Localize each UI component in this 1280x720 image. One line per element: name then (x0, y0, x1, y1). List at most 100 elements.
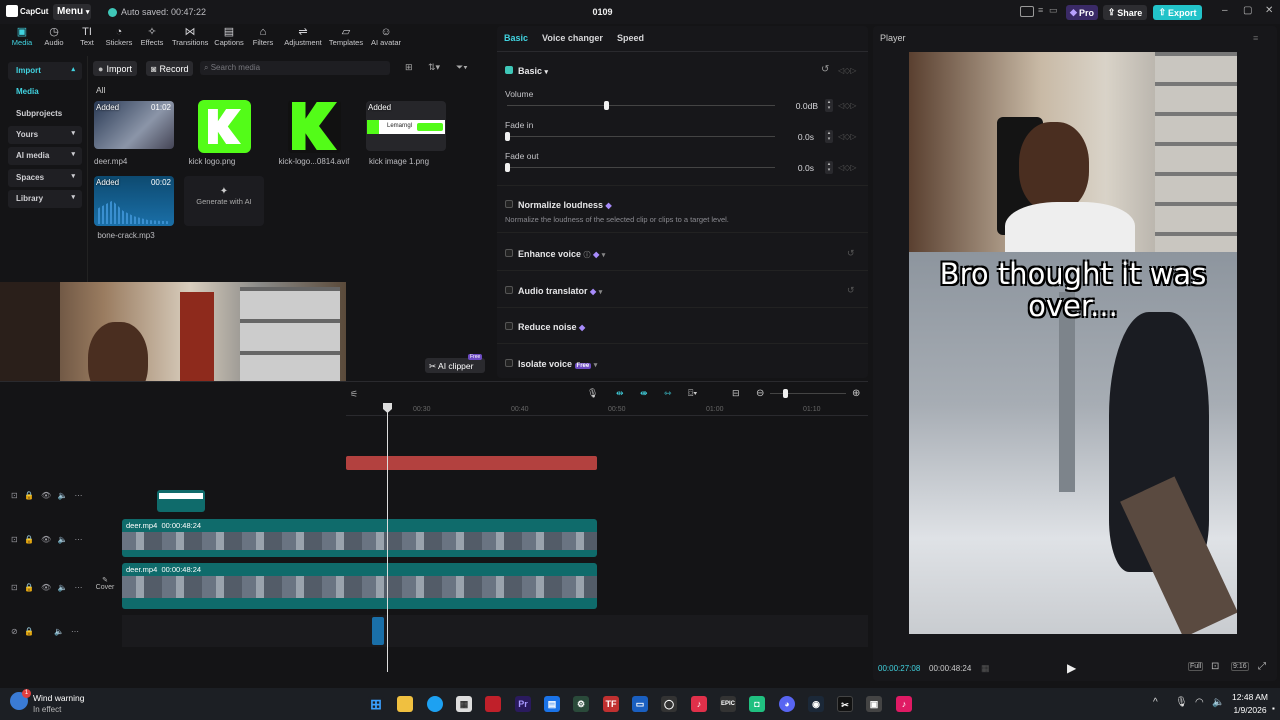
premiere-icon[interactable]: Pr (515, 696, 531, 712)
main-video-clip[interactable]: deer.mp4 00:00:48:24 (122, 563, 597, 609)
volume-value[interactable]: 0.0dB (780, 101, 818, 111)
track-controls[interactable]: ⊡ 🔒 👁 🔈 ⋯ (11, 583, 82, 592)
windows-start-icon[interactable]: ⊞ (368, 696, 384, 712)
discord-icon[interactable]: ◕ (779, 696, 795, 712)
record-button[interactable]: ◙ Record (146, 61, 194, 76)
full-quality-button[interactable]: Full (1188, 662, 1204, 671)
snap-icon[interactable]: ⇿ (664, 388, 672, 399)
app-blue-icon[interactable]: ▭ (632, 696, 648, 712)
tab-voice-changer[interactable]: Voice changer (542, 33, 603, 43)
menu-lines-icon[interactable]: ≡ (1038, 5, 1043, 15)
generate-with-ai-button[interactable]: ✦ Generate with AI (184, 176, 264, 226)
sidebar-item-ai-media[interactable]: AI media ▾ (8, 147, 82, 165)
fade-out-slider-knob[interactable] (505, 163, 510, 172)
tool-stickers[interactable]: ◔ Stickers (101, 26, 137, 47)
media-item-kick-logo[interactable] (198, 100, 251, 153)
import-button[interactable]: ● Import (93, 61, 137, 76)
ai-clipper-button[interactable]: ✂ AI clipper (425, 358, 485, 373)
tool-audio[interactable]: ◷ Audio (36, 26, 72, 47)
audio-translator-checkbox[interactable] (505, 286, 513, 294)
epic-games-icon[interactable]: EPIC (720, 696, 736, 712)
basic-section-header[interactable]: Basic ▾ (518, 66, 548, 76)
sidebar-item-subprojects[interactable]: Subprojects (8, 105, 82, 123)
media-item-deer[interactable]: Added 01:02 (94, 101, 174, 149)
zoom-slider[interactable] (770, 393, 846, 394)
app-red-icon[interactable] (485, 696, 501, 712)
app-gray-icon[interactable]: ◯ (661, 696, 677, 712)
sidebar-item-spaces[interactable]: Spaces ▾ (8, 169, 82, 187)
video-clip[interactable]: deer.mp4 00:00:48:24 (122, 519, 597, 557)
microphone-icon[interactable]: 🎙 (587, 388, 598, 399)
maximize-icon[interactable]: ▢ (1243, 5, 1252, 16)
sidebar-item-yours[interactable]: Yours ▾ (8, 126, 82, 144)
preview-axis-icon[interactable]: ⌼▾ (688, 388, 697, 399)
media-item-kick-avif[interactable] (288, 100, 341, 153)
fade-out-stepper[interactable]: ▴ ▾ (825, 161, 833, 174)
microphone-icon[interactable]: 🎙 (1175, 697, 1188, 708)
tab-speed[interactable]: Speed (617, 33, 644, 43)
store-icon[interactable]: ▦ (456, 696, 472, 712)
app-misc-icon[interactable]: ▣ (866, 696, 882, 712)
reset-icon[interactable]: ↺ (821, 64, 829, 75)
sidebar-item-media[interactable]: Media (8, 83, 82, 101)
fade-in-stepper[interactable]: ▴ ▾ (825, 130, 833, 143)
fade-in-slider[interactable] (507, 136, 775, 137)
play-icon[interactable]: ▶ (1067, 661, 1076, 675)
pro-button[interactable]: ◆ Pro (1066, 5, 1098, 20)
grid-view-icon[interactable]: ⊞ (405, 62, 413, 73)
magnet-icon[interactable]: ⇼ (640, 388, 648, 399)
volume-icon[interactable]: 🔈 (1212, 697, 1224, 708)
zoom-in-icon[interactable]: ⊕ (852, 388, 860, 399)
tool-ai-avatar[interactable]: ☺ AI avatar (368, 26, 404, 47)
file-explorer-icon[interactable] (397, 696, 413, 712)
tool-filters[interactable]: ⌂ Filters (245, 26, 281, 47)
volume-stepper[interactable]: ▴ ▾ (825, 99, 833, 112)
caption-toggle-icon[interactable]: ⊟ (732, 388, 740, 399)
edge-icon[interactable] (427, 696, 443, 712)
close-icon[interactable]: ✕ (1265, 5, 1273, 16)
keyframe-icon[interactable]: ◁◇▷ (838, 132, 856, 141)
track-controls[interactable]: ⊡ 🔒 👁 🔈 ⋯ (11, 491, 82, 500)
reset-icon[interactable]: ↺ (847, 248, 855, 259)
menu-lines-icon[interactable]: ≡ (1253, 33, 1258, 43)
layout-icon[interactable] (1020, 6, 1034, 17)
export-button[interactable]: ⇧ Export (1153, 5, 1202, 20)
notification-icon[interactable]: ▪ (1272, 704, 1275, 713)
reduce-noise-checkbox[interactable] (505, 322, 513, 330)
basic-checkbox[interactable] (505, 66, 513, 74)
fade-out-slider[interactable] (507, 167, 775, 168)
share-button[interactable]: ⇪ Share (1103, 5, 1147, 20)
keyframe-icon[interactable]: ◁◇▷ (838, 66, 856, 75)
keyframe-icon[interactable]: ◁◇▷ (838, 101, 856, 110)
zoom-slider-knob[interactable] (783, 389, 788, 398)
sort-icon[interactable]: ⇅▾ (428, 62, 440, 73)
normalize-checkbox[interactable] (505, 200, 513, 208)
audio-clip[interactable] (372, 617, 384, 645)
tool-media[interactable]: ▣ Media (4, 26, 40, 47)
link-icon[interactable]: ⇹ (616, 388, 624, 399)
app-tf-icon[interactable]: TF (603, 696, 619, 712)
app-teal-icon[interactable]: ◘ (749, 696, 765, 712)
isolate-voice-checkbox[interactable] (505, 359, 513, 367)
music-icon[interactable]: ♪ (691, 696, 707, 712)
fade-out-value[interactable]: 0.0s (780, 163, 814, 173)
media-item-bone-crack[interactable]: Added 00:02 (94, 176, 174, 226)
zoom-fit-icon[interactable]: ⊡ (1211, 661, 1219, 672)
tool-captions[interactable]: ▤ Captions (211, 26, 247, 47)
zoom-out-icon[interactable]: ⊖ (756, 388, 764, 399)
steam-icon[interactable]: ◉ (808, 696, 824, 712)
app-green-icon[interactable]: ⚙ (573, 696, 589, 712)
tool-adjustment[interactable]: ⇌ Adjustment (283, 26, 323, 47)
tool-text[interactable]: TI Text (69, 26, 105, 47)
enhance-voice-checkbox[interactable] (505, 249, 513, 257)
enhance-voice-header[interactable]: Enhance voice ⓘ ◆ ▾ (518, 249, 605, 260)
wifi-icon[interactable]: ◠ (1195, 697, 1204, 708)
capcut-taskbar-icon[interactable]: ✂ (837, 696, 853, 712)
weather-title[interactable]: Wind warning (33, 693, 85, 703)
display-icon[interactable]: ▭ (1049, 5, 1058, 16)
tool-templates[interactable]: ▱ Templates (326, 26, 366, 47)
filter-icon[interactable]: ⏷▾ (456, 62, 468, 73)
media-item-kick-image[interactable]: Added Lemarngl (366, 101, 446, 151)
taskbar-date[interactable]: 1/9/2026 (1232, 705, 1268, 715)
taskbar-time[interactable]: 12:48 AM (1232, 692, 1268, 702)
